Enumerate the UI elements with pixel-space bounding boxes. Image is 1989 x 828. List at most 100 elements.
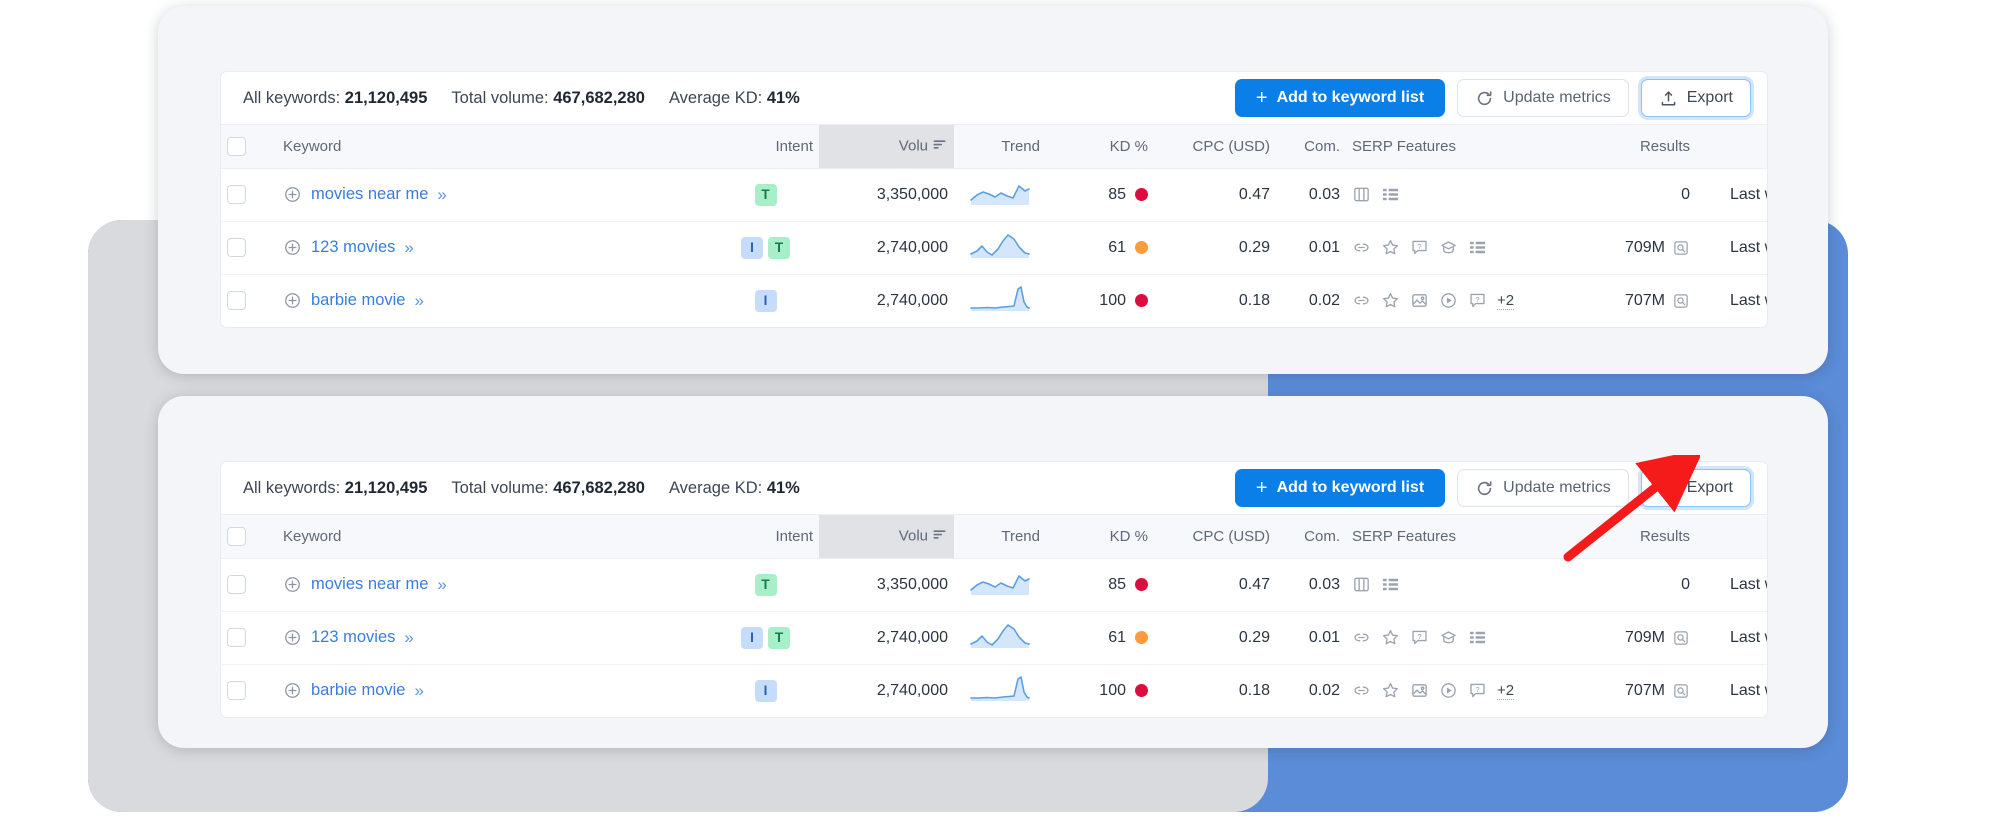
intent-badge-t[interactable]: T — [768, 626, 790, 649]
list-icon[interactable] — [1468, 238, 1487, 257]
row-checkbox[interactable] — [227, 238, 246, 257]
column-header-serp-features[interactable]: SERP Features — [1346, 515, 1576, 559]
column-header-updated[interactable]: Updated — [1696, 125, 1767, 169]
intent-badge-t[interactable]: T — [754, 573, 777, 596]
sitelink-icon[interactable] — [1352, 628, 1371, 647]
row-checkbox[interactable] — [227, 681, 246, 701]
image-icon[interactable] — [1410, 681, 1429, 700]
column-header-intent[interactable]: Intent — [717, 125, 819, 169]
knowledge-icon[interactable] — [1439, 628, 1458, 647]
serp-more-link[interactable]: +2 — [1497, 292, 1515, 310]
column-header-kd[interactable]: KD % — [1046, 125, 1154, 169]
intent-badge-i[interactable]: I — [754, 679, 777, 702]
column-header-serp-features[interactable]: SERP Features — [1346, 125, 1576, 169]
keyword-expand-chevrons[interactable]: » — [404, 238, 414, 258]
column-header-cpc[interactable]: CPC (USD) — [1154, 125, 1276, 169]
add-to-keyword-list-button[interactable]: + Add to keyword list — [1234, 469, 1446, 507]
column-header-results[interactable]: Results — [1576, 125, 1696, 169]
intent-badge-t[interactable]: T — [754, 183, 777, 206]
add-keyword-icon[interactable] — [283, 575, 302, 594]
reviews-icon[interactable] — [1352, 185, 1371, 204]
video-icon[interactable] — [1439, 291, 1458, 310]
table-row[interactable]: movies near me » T 3,350,000 85 0.47 0.03 0 Last… — [221, 168, 1767, 222]
row-checkbox[interactable] — [227, 628, 246, 647]
update-metrics-button[interactable]: Update metrics — [1457, 79, 1629, 117]
table-row[interactable]: 123 movies» I T 2,740,000 61 0.29 0.01? 709M Las… — [221, 611, 1767, 665]
update-metrics-button[interactable]: Update metrics — [1457, 469, 1629, 507]
keyword-link[interactable]: movies near me — [311, 185, 428, 204]
results-page-icon[interactable] — [1672, 292, 1690, 310]
add-keyword-icon[interactable] — [283, 628, 302, 647]
column-header-trend[interactable]: Trend — [954, 125, 1046, 169]
trend-cell[interactable] — [954, 558, 1046, 612]
column-header-results[interactable]: Results — [1576, 515, 1696, 559]
table-row[interactable]: 123 movies» I T 2,740,000 61 0.29 0.01? 709M Las… — [221, 221, 1767, 275]
table-row[interactable]: movies near me » T 3,350,000 85 0.47 0.03 0 Last… — [221, 558, 1767, 612]
list-icon[interactable] — [1381, 575, 1400, 594]
export-button[interactable]: Export — [1640, 469, 1751, 507]
keyword-expand-chevrons[interactable]: » — [404, 628, 414, 648]
column-header-keyword[interactable]: Keyword — [277, 515, 717, 559]
trend-cell[interactable] — [954, 168, 1046, 222]
sitelink-icon[interactable] — [1352, 291, 1371, 310]
column-header-volume[interactable]: Volu — [819, 125, 954, 169]
sitelink-icon[interactable] — [1352, 681, 1371, 700]
column-header-kd[interactable]: KD % — [1046, 515, 1154, 559]
keyword-expand-chevrons[interactable]: » — [414, 291, 424, 311]
row-checkbox[interactable] — [227, 291, 246, 311]
keyword-expand-chevrons[interactable]: » — [414, 681, 424, 701]
star-icon[interactable] — [1381, 238, 1400, 257]
intent-badge-i[interactable]: I — [754, 289, 777, 312]
column-header-updated[interactable]: Updated — [1696, 515, 1767, 559]
add-keyword-icon[interactable] — [283, 681, 302, 700]
serp-more-link[interactable]: +2 — [1497, 682, 1515, 700]
star-icon[interactable] — [1381, 291, 1400, 310]
column-header-com[interactable]: Com. — [1276, 515, 1346, 559]
video-icon[interactable] — [1439, 681, 1458, 700]
trend-cell[interactable] — [954, 664, 1046, 717]
keyword-link[interactable]: 123 movies — [311, 238, 395, 257]
faq-icon[interactable]: ? — [1468, 291, 1487, 310]
trend-cell[interactable] — [954, 274, 1046, 327]
add-keyword-icon[interactable] — [283, 185, 302, 204]
results-page-icon[interactable] — [1672, 629, 1690, 647]
faq-icon[interactable]: ? — [1468, 681, 1487, 700]
faq-icon[interactable]: ? — [1410, 628, 1429, 647]
intent-badge-i[interactable]: I — [741, 626, 763, 649]
column-header-keyword[interactable]: Keyword — [277, 125, 717, 169]
keyword-expand-chevrons[interactable]: » — [437, 185, 447, 205]
table-row[interactable]: barbie movie » I 2,740,000 100 0.18 0.02? +2 707… — [221, 664, 1767, 717]
column-header-intent[interactable]: Intent — [717, 515, 819, 559]
select-all-checkbox[interactable] — [227, 526, 246, 546]
row-checkbox[interactable] — [227, 185, 246, 204]
image-icon[interactable] — [1410, 291, 1429, 310]
keyword-link[interactable]: 123 movies — [311, 628, 395, 647]
table-row[interactable]: barbie movie » I 2,740,000 100 0.18 0.02? +2 707… — [221, 274, 1767, 327]
knowledge-icon[interactable] — [1439, 238, 1458, 257]
export-button[interactable]: Export — [1640, 79, 1751, 117]
trend-cell[interactable] — [954, 611, 1046, 665]
column-header-volume[interactable]: Volu — [819, 515, 954, 559]
keyword-link[interactable]: barbie movie — [311, 681, 405, 700]
trend-cell[interactable] — [954, 221, 1046, 275]
row-checkbox[interactable] — [227, 575, 246, 594]
results-page-icon[interactable] — [1672, 682, 1690, 700]
keyword-expand-chevrons[interactable]: » — [437, 575, 447, 595]
select-all-checkbox[interactable] — [227, 136, 246, 156]
faq-icon[interactable]: ? — [1410, 238, 1429, 257]
column-header-com[interactable]: Com. — [1276, 125, 1346, 169]
keyword-link[interactable]: movies near me — [311, 575, 428, 594]
add-keyword-icon[interactable] — [283, 238, 302, 257]
sort-icon[interactable] — [931, 526, 948, 547]
intent-badge-i[interactable]: I — [741, 236, 763, 259]
column-header-trend[interactable]: Trend — [954, 515, 1046, 559]
keyword-link[interactable]: barbie movie — [311, 291, 405, 310]
add-to-keyword-list-button[interactable]: + Add to keyword list — [1234, 79, 1446, 117]
column-header-cpc[interactable]: CPC (USD) — [1154, 515, 1276, 559]
intent-badge-t[interactable]: T — [768, 236, 790, 259]
star-icon[interactable] — [1381, 681, 1400, 700]
list-icon[interactable] — [1381, 185, 1400, 204]
results-page-icon[interactable] — [1672, 239, 1690, 257]
sitelink-icon[interactable] — [1352, 238, 1371, 257]
list-icon[interactable] — [1468, 628, 1487, 647]
